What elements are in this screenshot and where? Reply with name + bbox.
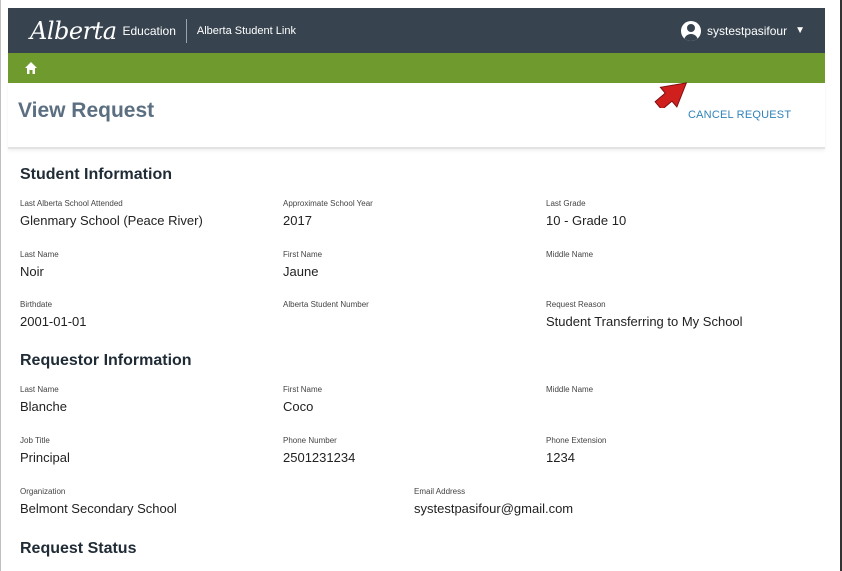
requestor-first-name-label: First Name xyxy=(283,385,323,394)
request-reason-label: Request Reason xyxy=(546,300,606,309)
student-last-name-field: Last Name Noir xyxy=(20,250,59,279)
requestor-middle-name-field: Middle Name xyxy=(546,385,593,399)
birthdate-label: Birthdate xyxy=(20,300,53,309)
school-year-value: 2017 xyxy=(283,213,312,228)
student-last-name-label: Last Name xyxy=(20,250,59,259)
alberta-logo[interactable]: Alberta xyxy=(30,17,117,45)
request-reason-value: Student Transferring to My School xyxy=(546,314,743,329)
user-account-icon xyxy=(681,20,702,41)
requestor-last-name-field: Last Name Blanche xyxy=(20,385,67,414)
job-title-label: Job Title xyxy=(20,436,50,445)
student-middle-name-label: Middle Name xyxy=(546,250,594,259)
request-reason-field: Request Reason Student Transferring to M… xyxy=(546,300,743,329)
student-first-name-field: First Name Jaune xyxy=(283,250,322,279)
requestor-first-name-field: First Name Coco xyxy=(283,385,322,414)
page-header: View Request CANCEL REQUEST xyxy=(8,83,825,149)
phone-number-value: 2501231234 xyxy=(283,450,356,465)
cancel-request-button[interactable]: CANCEL REQUEST xyxy=(688,109,791,121)
requestor-information-heading: Requestor Information xyxy=(20,352,192,369)
birthdate-field: Birthdate 2001-01-01 xyxy=(20,300,87,329)
email-value: systestpasifour@gmail.com xyxy=(414,501,574,516)
birthdate-value: 2001-01-01 xyxy=(20,314,87,329)
chevron-down-icon: ▼ xyxy=(795,25,805,36)
header-divider xyxy=(185,18,187,43)
last-school-field: Last Alberta School Attended Glenmary Sc… xyxy=(20,199,203,228)
asn-label: Alberta Student Number xyxy=(283,300,369,309)
username: systestpasifour xyxy=(707,23,788,38)
phone-extension-field: Phone Extension 1234 xyxy=(546,436,607,465)
last-grade-value: 10 - Grade 10 xyxy=(546,213,627,228)
student-last-name-value: Noir xyxy=(20,264,44,279)
user-menu[interactable]: systestpasifour ▼ xyxy=(681,20,805,41)
nav-bar xyxy=(8,53,825,83)
asn-field: Alberta Student Number xyxy=(283,300,369,314)
job-title-field: Job Title Principal xyxy=(20,436,70,465)
request-status-heading: Request Status xyxy=(20,540,137,557)
requestor-last-name-label: Last Name xyxy=(20,385,59,394)
last-grade-label: Last Grade xyxy=(546,199,586,208)
job-title-value: Principal xyxy=(20,450,70,465)
email-field: Email Address systestpasifour@gmail.com xyxy=(414,487,573,516)
school-year-field: Approximate School Year 2017 xyxy=(283,199,373,228)
student-information-heading: Student Information xyxy=(20,166,172,183)
school-year-label: Approximate School Year xyxy=(283,199,373,208)
home-icon[interactable] xyxy=(24,61,38,75)
phone-extension-value: 1234 xyxy=(546,450,575,465)
phone-number-field: Phone Number 2501231234 xyxy=(283,436,355,465)
requestor-first-name-value: Coco xyxy=(283,399,314,414)
last-school-label: Last Alberta School Attended xyxy=(20,199,123,208)
logo-education-text: Education xyxy=(122,23,176,38)
phone-number-label: Phone Number xyxy=(283,436,337,445)
organization-label: Organization xyxy=(20,487,66,496)
red-arrow-icon xyxy=(654,82,688,108)
student-first-name-value: Jaune xyxy=(283,264,319,279)
last-school-value: Glenmary School (Peace River) xyxy=(20,213,203,228)
requestor-middle-name-label: Middle Name xyxy=(546,385,594,394)
phone-extension-label: Phone Extension xyxy=(546,436,607,445)
student-first-name-label: First Name xyxy=(283,250,323,259)
app-name: Alberta Student Link xyxy=(196,24,296,37)
top-header: Alberta Education Alberta Student Link s… xyxy=(8,8,825,53)
email-label: Email Address xyxy=(414,487,466,496)
page-title: View Request xyxy=(18,99,155,122)
last-grade-field: Last Grade 10 - Grade 10 xyxy=(546,199,626,228)
student-middle-name-field: Middle Name xyxy=(546,250,593,264)
organization-field: Organization Belmont Secondary School xyxy=(20,487,177,516)
requestor-last-name-value: Blanche xyxy=(20,399,67,414)
organization-value: Belmont Secondary School xyxy=(20,501,177,516)
